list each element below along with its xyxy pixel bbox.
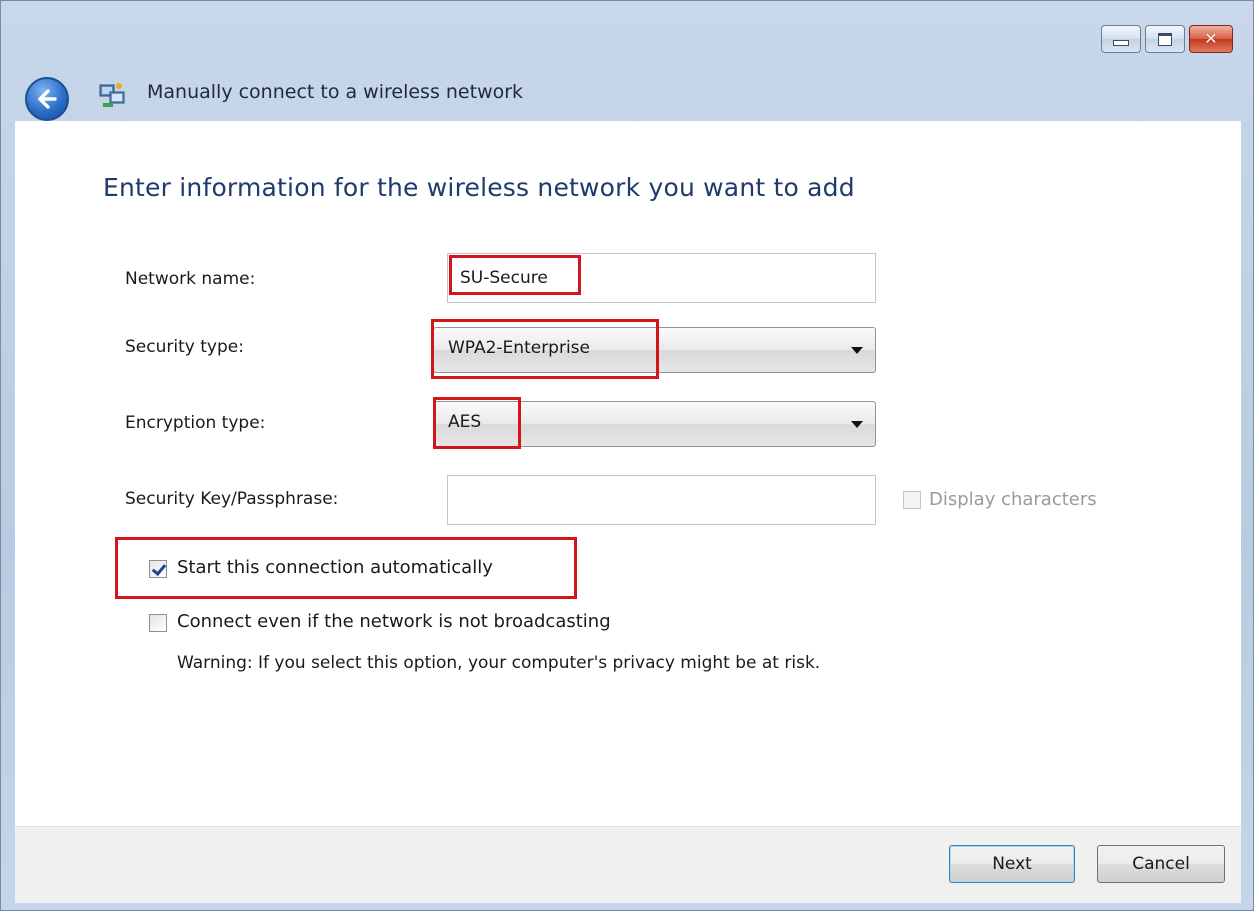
- close-button[interactable]: ✕: [1189, 25, 1233, 53]
- title-bar: ✕ Manually connect to a wireless network: [1, 1, 1254, 123]
- window-title: Manually connect to a wireless network: [147, 81, 524, 103]
- network-name-label: Network name:: [125, 269, 256, 289]
- security-key-input[interactable]: [447, 475, 876, 525]
- privacy-warning-text: Warning: If you select this option, your…: [177, 653, 821, 673]
- page-heading: Enter information for the wireless netwo…: [103, 173, 855, 202]
- dialog-footer: Next Cancel: [15, 826, 1241, 903]
- next-button[interactable]: Next: [949, 845, 1075, 883]
- security-type-highlight: [431, 319, 659, 379]
- chevron-down-icon: [851, 347, 863, 354]
- start-automatically-label: Start this connection automatically: [177, 557, 493, 578]
- security-key-label: Security Key/Passphrase:: [125, 489, 339, 509]
- encryption-type-highlight: [433, 397, 521, 449]
- caption-buttons: ✕: [1101, 25, 1233, 55]
- back-arrow-icon: [38, 89, 57, 109]
- maximize-button[interactable]: [1145, 25, 1185, 53]
- encryption-type-label: Encryption type:: [125, 413, 266, 433]
- chevron-down-icon: [851, 421, 863, 428]
- maximize-icon: [1158, 32, 1172, 46]
- minimize-icon: [1113, 40, 1129, 46]
- wireless-network-icon: [99, 83, 125, 107]
- connect-not-broadcasting-checkbox[interactable]: [149, 614, 167, 632]
- connect-not-broadcasting-label: Connect even if the network is not broad…: [177, 611, 611, 632]
- cancel-button[interactable]: Cancel: [1097, 845, 1225, 883]
- close-icon: ✕: [1204, 29, 1218, 48]
- dialog-content: Enter information for the wireless netwo…: [15, 121, 1241, 826]
- display-characters-checkbox[interactable]: [903, 491, 921, 509]
- display-characters-label: Display characters: [929, 489, 1097, 510]
- dialog-window: ✕ Manually connect to a wireless network…: [0, 0, 1254, 911]
- start-automatically-checkbox[interactable]: [149, 560, 167, 578]
- security-type-label: Security type:: [125, 337, 244, 357]
- minimize-button[interactable]: [1101, 25, 1141, 53]
- network-name-highlight: [449, 255, 581, 295]
- back-button[interactable]: [25, 77, 69, 121]
